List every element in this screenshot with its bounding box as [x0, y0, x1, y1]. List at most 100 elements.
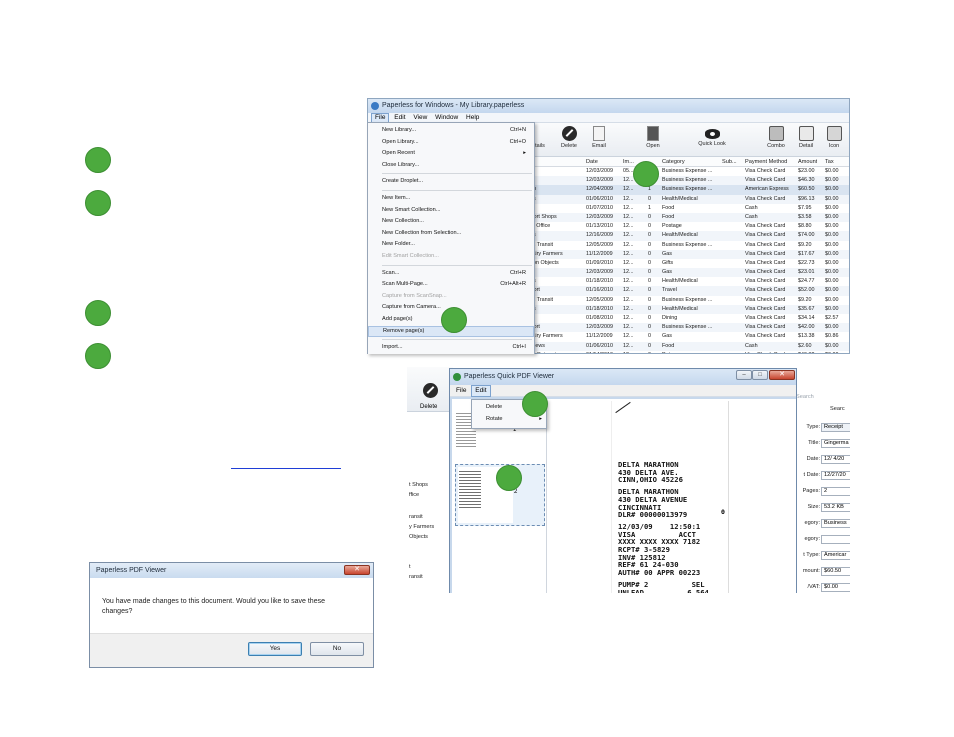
table-row[interactable]: thon12/03/200912...0GasVisa Check Card$2…	[524, 268, 849, 278]
list-fragment: t	[409, 564, 411, 570]
file-menu-item-label: Edit Smart Collection...	[382, 252, 439, 259]
table-cell: 11/12/2009	[586, 333, 613, 340]
table-row[interactable]: Post Office 01/13/2010 12... 0 Postage Visa C…	[524, 222, 849, 231]
table-row[interactable]: eens01/18/201012...0Health/MedicalVisa C…	[524, 277, 849, 286]
col-category[interactable]: Category	[662, 157, 685, 167]
table-cell: 01/14/2010	[586, 351, 613, 353]
detail-field-value[interactable]: 12/ 4/20	[821, 455, 850, 464]
file-menu-item[interactable]: New Folder...	[368, 239, 534, 251]
table-row[interactable]: thon12/03/200905...Business Expense ...V…	[524, 167, 849, 176]
table-row[interactable]: Airport Shops 12/03/2009 12... 0 Food Cash $3.…	[524, 212, 849, 223]
email-label: Email	[592, 143, 606, 149]
quick-look-button[interactable]: Quick Look	[695, 126, 729, 147]
detail-field-value[interactable]: $0.00	[821, 583, 850, 592]
file-menu-item[interactable]: Edit Smart Collection...	[368, 251, 534, 263]
file-menu-item[interactable]: New Library... Ctrl+N	[368, 125, 534, 137]
col-subcategory[interactable]: Sub...	[722, 157, 737, 167]
file-menu-item[interactable]: Open Recent ▸	[368, 148, 534, 160]
table-row[interactable]: d Dairy Farmers 11/12/2009 12... 0 Gas Visa C…	[524, 332, 849, 341]
table-row[interactable]: eens01/18/201012...0Health/MedicalVisa C…	[524, 304, 849, 314]
file-menu-item-label: Capture from Camera...	[382, 304, 441, 311]
no-button[interactable]: No	[310, 642, 364, 656]
minimize-button[interactable]: –	[736, 370, 752, 380]
detail-field-value[interactable]: Business	[821, 519, 850, 528]
table-row[interactable]: olete Petmart01/14/201012...0PetsVisa Ch…	[524, 351, 849, 353]
file-menu-item[interactable]: Create Droplet...	[368, 176, 534, 188]
email-button[interactable]: Email	[582, 126, 616, 149]
detail-field-label: Title:	[808, 440, 820, 446]
file-menu-item[interactable]: New Smart Collection...	[368, 205, 534, 217]
col-payment-method[interactable]: Payment Method	[745, 157, 787, 167]
viewer-titlebar: Paperless Quick PDF Viewer – □ ✕	[450, 369, 796, 385]
icon-view-button[interactable]: Icon	[817, 126, 849, 149]
detail-field-value[interactable]: Americar	[821, 551, 850, 560]
detail-field-value[interactable]: 12/27/20	[821, 471, 850, 480]
table-header: Date Im... Category Sub... Payment Metho…	[524, 157, 849, 167]
detail-field-value[interactable]: 2	[821, 487, 850, 496]
file-menu-item[interactable]: Import... Ctrl+I	[368, 342, 534, 354]
detail-field-label: Pages:	[802, 488, 820, 494]
file-menu-item[interactable]: New Collection from Selection...	[368, 228, 534, 240]
table-row[interactable]: d Dairy Farmers 11/12/2009 12... 0 Gas Visa C…	[524, 249, 849, 259]
file-menu-item[interactable]: Scan Multi-Page... Ctrl+Alt+R	[368, 279, 534, 291]
viewer-menu-edit[interactable]: Edit	[471, 385, 491, 397]
detail-field-label: egory:	[804, 536, 820, 542]
detail-field-value[interactable]: Receipt	[821, 423, 850, 432]
table-row[interactable]: on News01/06/201012...0FoodCash$2.60$0.0…	[524, 341, 849, 351]
file-menu-item[interactable]: New Collection...	[368, 216, 534, 228]
table-cell: 12...	[623, 287, 634, 294]
table-cell: $23.00	[798, 168, 815, 174]
col-tax[interactable]: Tax	[825, 157, 834, 167]
table-cell: 12...	[623, 324, 634, 331]
table-cell: Visa Check Card	[745, 259, 786, 266]
detail-field-value[interactable]	[821, 535, 850, 544]
table-row[interactable]: eens01/06/201012...0Health/MedicalVisa C…	[524, 194, 849, 204]
search-field-bg[interactable]: Search	[796, 394, 814, 400]
receipt-line: AUTH# 00 APPR 00223	[618, 567, 701, 577]
file-menu-item[interactable]: Close Library...	[368, 160, 534, 172]
viewer-title: Paperless Quick PDF Viewer	[464, 373, 555, 380]
file-menu-item[interactable]: Capture from ScanSnap...	[368, 291, 534, 303]
table-row[interactable]: Airport12/03/200912...0Business Expense …	[524, 323, 849, 333]
viewer-menu-file[interactable]: File	[453, 385, 469, 395]
combo-view-button[interactable]: Combo	[759, 126, 793, 149]
table-cell: Visa Check Card	[745, 269, 786, 276]
search-button-bg[interactable]: Searc	[830, 406, 845, 412]
table-row[interactable]: Airport01/16/201012...0TravelVisa Check …	[524, 286, 849, 296]
table-row[interactable]: mmon Objects 01/09/2010 12... 0 Gifts Visa Ch…	[524, 259, 849, 268]
detail-field-value[interactable]: 53.2 KB	[821, 503, 850, 512]
dialog-close-button[interactable]: ✕	[344, 565, 370, 575]
detail-field-value[interactable]: Gingerma	[821, 439, 850, 448]
col-amount[interactable]: Amount	[798, 157, 817, 167]
table-cell: 12/05/2009	[586, 241, 613, 248]
delete-icon-bg	[423, 383, 438, 398]
col-images[interactable]: Im...	[623, 157, 634, 167]
file-menu-item[interactable]: Open Library... Ctrl+O	[368, 137, 534, 149]
table-row[interactable]: ucks01/07/201012...1FoodCash$7.95$0.00	[524, 204, 849, 213]
table-row[interactable]: n01/08/201012...0DiningVisa Check Card$3…	[524, 314, 849, 323]
maximize-button[interactable]: □	[752, 370, 768, 380]
table-cell: 12...	[623, 195, 634, 202]
detail-field-value[interactable]: $60.50	[821, 567, 850, 576]
viewer-close-button[interactable]: ✕	[769, 370, 795, 380]
table-cell: 0	[648, 213, 651, 220]
open-button[interactable]: Open	[636, 126, 670, 149]
table-row[interactable]: NYC Transit 12/05/2009 12... 0 Business Expe…	[524, 241, 849, 250]
list-fragment: t Shops	[409, 482, 428, 488]
table-row[interactable]: Taxi12/03/200912...0Business Expense ...…	[524, 176, 849, 186]
file-menu-item[interactable]: New Item...	[368, 193, 534, 205]
table-row[interactable]: eens12/16/200912...0Health/MedicalVisa C…	[524, 231, 849, 241]
yes-button[interactable]: Yes	[248, 642, 302, 656]
table-cell: Business Expense ...	[662, 186, 713, 193]
col-date[interactable]: Date	[586, 157, 598, 167]
delete-button[interactable]: Delete	[552, 126, 586, 149]
table-row[interactable]: NYC Transit 12/05/2009 12... 0 Business Expe…	[524, 296, 849, 305]
table-row[interactable]: rmen12/04/200912...1Business Expense ...…	[524, 185, 849, 195]
table-cell: $24.77	[798, 278, 815, 285]
file-menu-item[interactable]: Scan... Ctrl+R	[368, 268, 534, 280]
delete-icon	[561, 126, 577, 141]
file-menu-item-label: New Smart Collection...	[382, 206, 441, 213]
table-cell: 12...	[623, 250, 634, 257]
table-cell: $0.00	[825, 168, 839, 174]
link-underline[interactable]	[231, 468, 341, 469]
